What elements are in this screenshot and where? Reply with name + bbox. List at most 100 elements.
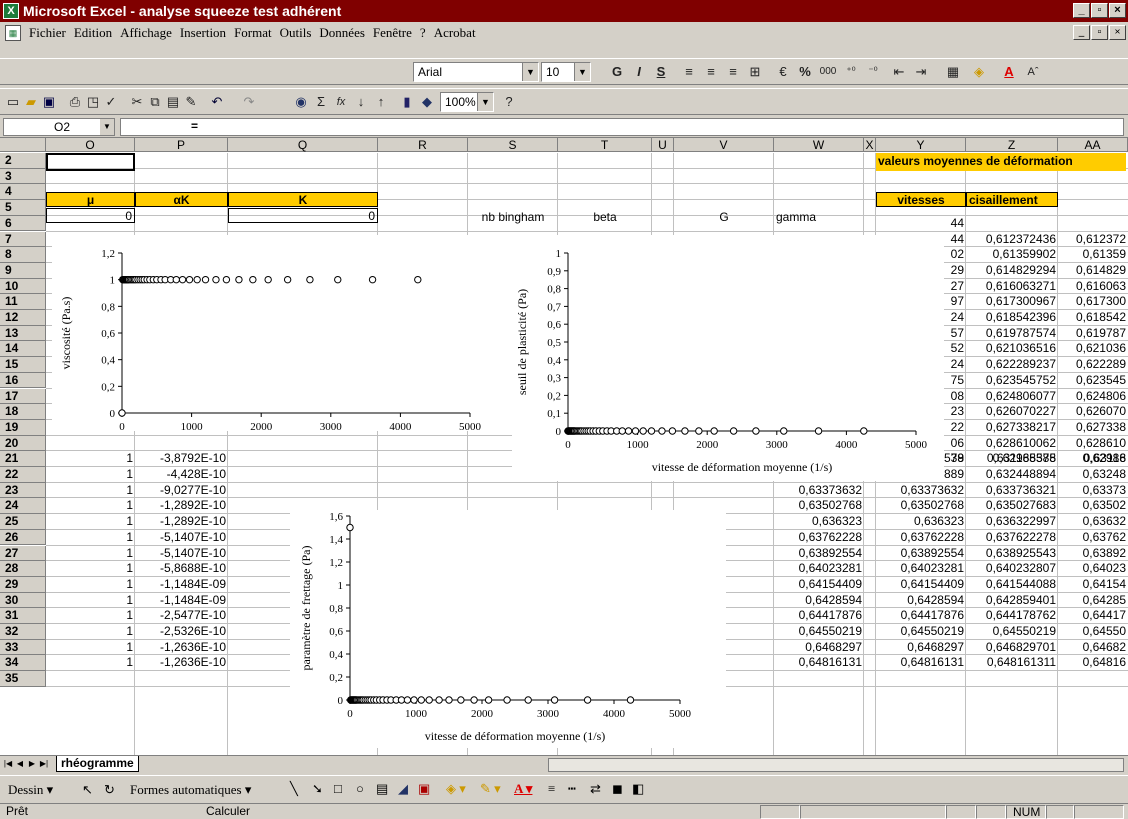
cell-x-partial[interactable]: 57 [944,326,966,341]
cell-p[interactable]: -5,8688E-10 [135,561,228,576]
cell-x-partial[interactable]: 52 [944,341,966,356]
cell-p[interactable]: -5,1407E-10 [135,546,228,561]
first-sheet-icon[interactable]: |◀ [2,757,14,771]
cell-aa[interactable]: 0,619787 [1058,326,1128,341]
next-sheet-icon[interactable]: ▶ [26,757,38,771]
cell-y[interactable]: 0,63502768 [876,498,966,513]
col-header-x[interactable]: X [864,138,876,152]
cell-z[interactable]: 0,624806077 [966,389,1058,404]
underline-button[interactable]: S [652,63,670,81]
spreadsheet-grid[interactable]: O P Q R S T U V W X Y Z AA 2 3 4 5 6 7 8 9 10 11 1… [0,138,1128,755]
chart-seuil-plasticite[interactable]: 0 0,1 0,2 0,3 0,4 0,5 0,6 0,7 0,8 0,9 1 0 1000 2000 30… [512,235,944,481]
excel-app-icon[interactable]: X [3,3,19,19]
row-header[interactable]: 7 [0,231,46,248]
cell-z[interactable]: 0,616063271 [966,279,1058,294]
row-header[interactable]: 20 [0,435,46,452]
euro-icon[interactable]: € [774,63,792,81]
cell-aa[interactable]: 0,617300 [1058,294,1128,309]
cell-o[interactable]: 1 [46,483,135,498]
cell-x-partial[interactable]: 22 [944,420,966,435]
prev-sheet-icon[interactable]: ◀ [14,757,26,771]
row-header[interactable]: 22 [0,467,46,483]
font-color-icon[interactable]: A [1000,63,1018,81]
line-style-icon[interactable]: ≡ [548,781,555,797]
col-header-t[interactable]: T [558,138,652,152]
chevron-down-icon[interactable]: ▼ [574,63,590,81]
dessin-menu[interactable]: Dessin ▾ [8,782,53,798]
cell-w[interactable]: 0,64417876 [774,608,864,623]
col-header-y[interactable]: Y [876,138,966,152]
col-header-u[interactable]: U [652,138,674,152]
cell-y[interactable]: 0,64154409 [876,577,966,592]
cell-aa[interactable]: 0,63892 [1058,546,1128,561]
header-mu[interactable]: μ [46,192,135,207]
col-header-w[interactable]: W [774,138,864,152]
cell-z[interactable]: 0,632448894 [966,467,1058,482]
borders-icon[interactable]: ▦ [944,63,962,81]
cell-z[interactable]: 0,641544088 [966,577,1058,592]
col-header-v[interactable]: V [674,138,774,152]
cell-z[interactable]: 0,646829701 [966,640,1058,655]
row-header[interactable]: 16 [0,372,46,389]
chart-wizard-icon[interactable]: ▮ [398,93,416,111]
cell-o[interactable]: 1 [46,608,135,623]
cell-x-partial[interactable]: 02 [944,247,966,262]
menu-fenetre[interactable]: Fenêtre [369,25,416,41]
menu-format[interactable]: Format [230,25,276,41]
cell-z[interactable]: 0,640232807 [966,561,1058,576]
menu-outils[interactable]: Outils [276,25,316,41]
redo-icon[interactable]: ↷ [240,93,258,111]
cell-z[interactable]: 0,644178762 [966,608,1058,623]
sheet-tab-rheogramme[interactable]: rhéogramme [56,756,139,772]
chevron-down-icon[interactable]: ▼ [100,119,114,135]
row-header[interactable]: 34 [0,655,46,672]
row-header[interactable]: 14 [0,341,46,358]
cell-w[interactable]: 0,63892554 [774,546,864,561]
cell-x-partial[interactable]: 44 [944,232,966,247]
cell-y[interactable]: 0,63892554 [876,546,966,561]
chart-viscosite[interactable]: 0 0,2 0,4 0,6 0,8 1 1,2 0 1000 2000 3000 4000 5000 vi… [52,235,514,456]
row-header[interactable]: 19 [0,419,46,436]
row-header[interactable]: 6 [0,215,46,232]
cell-aa[interactable]: 0,63116 [1058,451,1128,466]
zoom-select[interactable]: 100% ▼ [440,92,494,112]
doc-restore-button[interactable]: ▫ [1091,25,1108,40]
cell-z[interactable]: 0,636322997 [966,514,1058,529]
chart-frettage[interactable]: 0 0,2 0,4 0,6 0,8 1 1,2 1,4 1,6 0 1000 2000 3000 4000… [290,510,726,748]
fill-bucket-icon[interactable]: ◈ ▾ [446,781,466,797]
row-header[interactable]: 17 [0,388,46,405]
row-header[interactable]: 35 [0,671,46,687]
align-left-icon[interactable]: ≡ [680,63,698,81]
format-painter-icon[interactable]: ✎ [182,93,200,111]
cell-o[interactable]: 1 [46,624,135,639]
cell-aa[interactable]: 0,621036 [1058,341,1128,356]
cell-aa[interactable]: 0,63373 [1058,483,1128,498]
row-header[interactable]: 4 [0,184,46,201]
cell-x-partial[interactable]: 27 [944,279,966,294]
textbox-icon[interactable]: ▤ [376,781,388,797]
italic-button[interactable]: I [630,63,648,81]
text-color-icon[interactable]: A ▾ [514,781,532,797]
row-header[interactable]: 13 [0,325,46,342]
cell-p[interactable]: -5,1407E-10 [135,530,228,545]
increase-indent-icon[interactable]: ⇥ [912,63,930,81]
cell-p[interactable]: -1,2636E-10 [135,655,228,670]
header-alpha-k[interactable]: αK [135,192,228,207]
row-header[interactable]: 29 [0,576,46,593]
percent-button[interactable]: % [796,63,814,81]
cell-z[interactable]: 0,614829294 [966,263,1058,278]
cell-o[interactable]: 1 [46,640,135,655]
cell-o[interactable]: 1 [46,514,135,529]
cell-z[interactable]: 0,633736321 [966,483,1058,498]
font-size-up-icon[interactable]: Aˆ [1024,63,1042,81]
cell-y[interactable]: 0,64023281 [876,561,966,576]
col-header-aa[interactable]: AA [1058,138,1128,152]
row-header[interactable]: 12 [0,310,46,326]
menu-acrobat[interactable]: Acrobat [430,25,480,41]
cell-aa[interactable]: 0,612372 [1058,232,1128,247]
title-valeurs-moyennes[interactable]: valeurs moyennes de déformation [876,153,1126,171]
oval-icon[interactable]: ○ [356,781,364,797]
header-vitesses[interactable]: vitesses [876,192,966,207]
row-header[interactable]: 18 [0,404,46,420]
increase-decimal-icon[interactable]: ⁺⁰ [842,63,860,81]
